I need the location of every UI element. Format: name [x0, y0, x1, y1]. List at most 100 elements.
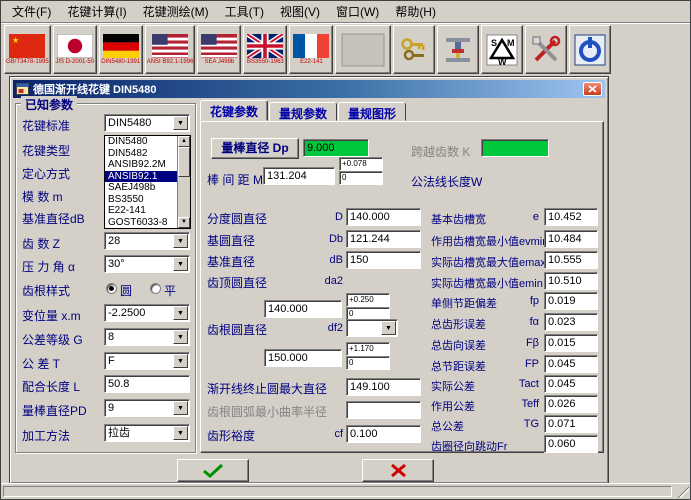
tip-diameter-upper-dev[interactable]: +0.250: [346, 293, 390, 307]
tolerance-class-combo[interactable]: F ▼: [104, 352, 190, 370]
emax-field[interactable]: 10.555: [544, 251, 598, 269]
chevron-down-icon[interactable]: ▼: [173, 116, 188, 130]
resize-grip[interactable]: [677, 486, 689, 498]
scroll-thumb[interactable]: [178, 147, 190, 177]
pitch-diameter-field[interactable]: 140.000: [346, 208, 421, 226]
chevron-down-icon[interactable]: ▼: [173, 306, 188, 320]
toolbar-jis-standard-button[interactable]: JIS D-2001-50: [53, 25, 97, 74]
root-diameter-field[interactable]: 150.000: [264, 349, 342, 367]
symbol: cf: [299, 428, 343, 440]
single-pitch-dev-field[interactable]: 0.019: [544, 292, 598, 310]
pressure-angle-combo[interactable]: 30° ▼: [104, 255, 190, 273]
cancel-button[interactable]: [362, 459, 434, 482]
toolbar-smw-button[interactable]: SMW: [481, 25, 523, 74]
chevron-down-icon[interactable]: ▼: [173, 401, 188, 415]
chevron-down-icon[interactable]: ▼: [173, 234, 188, 248]
label-module: 模 数 m: [22, 188, 63, 205]
chevron-down-icon[interactable]: ▼: [173, 257, 188, 271]
menu-tools[interactable]: 工具(T): [217, 0, 272, 23]
list-item[interactable]: DIN5482: [105, 148, 177, 160]
root-diameter-lower-dev[interactable]: 0: [346, 356, 390, 370]
pin-diameter-combo[interactable]: 9 ▼: [104, 399, 190, 417]
profile-shift-combo[interactable]: -2.2500 ▼: [104, 304, 190, 322]
pin-spacing-field[interactable]: 131.204: [263, 167, 335, 185]
list-item[interactable]: E22-141: [105, 205, 177, 217]
radio-label-flat: 平: [164, 282, 176, 299]
root-style-radio-round[interactable]: [106, 283, 117, 294]
menu-spline-measure[interactable]: 花键测绘(M): [135, 0, 217, 23]
root-style-radio-flat[interactable]: [150, 283, 161, 294]
machining-method-combo[interactable]: 拉齿 ▼: [104, 424, 190, 442]
list-item[interactable]: GOST6033-8: [105, 217, 177, 229]
toolbar-button-label: E22-141: [300, 58, 323, 66]
scroll-up-icon[interactable]: ▲: [178, 136, 190, 147]
actual-tolerance-field[interactable]: 0.045: [544, 375, 598, 393]
tab-spline-params[interactable]: 花键参数: [200, 100, 268, 121]
list-item-selected[interactable]: ANSIB92.1: [105, 171, 177, 183]
list-item[interactable]: SAEJ498b: [105, 182, 177, 194]
total-helix-error-field[interactable]: 0.015: [544, 334, 598, 352]
menu-help[interactable]: 帮助(H): [387, 0, 444, 23]
chevron-down-icon[interactable]: ▼: [173, 426, 188, 440]
pin-diameter-field[interactable]: 9.000: [303, 139, 369, 157]
close-icon[interactable]: [583, 82, 602, 96]
involute-end-diameter-field[interactable]: 149.100: [346, 378, 421, 396]
spline-standard-combo[interactable]: DIN5480 ▼: [104, 114, 190, 132]
menu-file[interactable]: 文件(F): [4, 0, 59, 23]
toolbar-ansi-standard-button[interactable]: ANSI B92.1-1996: [145, 25, 196, 74]
toolbar-bs-standard-button[interactable]: BS3550-1963: [243, 25, 287, 74]
effective-tolerance-field[interactable]: 0.026: [544, 395, 598, 413]
toolbar-measure-button[interactable]: [437, 25, 479, 74]
toolbar-din-standard-button[interactable]: DIN5480-1991: [99, 25, 143, 74]
tip-diameter-field[interactable]: 140.000: [264, 300, 342, 318]
list-item[interactable]: ANSIB92.2M: [105, 159, 177, 171]
menu-spline-calc[interactable]: 花键计算(I): [59, 0, 134, 23]
pin-spacing-lower-dev[interactable]: 0: [339, 171, 383, 185]
total-tolerance-field[interactable]: 0.071: [544, 415, 598, 433]
tab-gauge-graphic[interactable]: 量规图形: [338, 102, 406, 121]
total-profile-error-field[interactable]: 0.023: [544, 313, 598, 331]
pin-spacing-upper-dev[interactable]: +0.078: [339, 157, 383, 171]
dialog-titlebar[interactable]: 德国渐开线花键 DIN5480: [13, 80, 605, 98]
chevron-down-icon[interactable]: ▼: [173, 354, 188, 368]
list-scrollbar[interactable]: ▲ ▼: [177, 136, 190, 228]
toolbar-keys-button[interactable]: [393, 25, 435, 74]
symbol: fp: [497, 295, 539, 307]
pin-diameter-button[interactable]: 量棒直径 Dp: [211, 138, 299, 159]
menu-window[interactable]: 窗口(W): [328, 0, 387, 23]
tolerance-grade-combo[interactable]: 8 ▼: [104, 328, 190, 346]
blank-icon: [341, 33, 385, 67]
toolbar-exit-button[interactable]: [569, 25, 611, 74]
list-item[interactable]: BS3550: [105, 194, 177, 206]
total-pitch-error-field[interactable]: 0.045: [544, 355, 598, 373]
label-total-tolerance: 总公差: [431, 418, 464, 434]
root-diameter-upper-dev[interactable]: +1.170: [346, 342, 390, 356]
form-clearance-field[interactable]: 0.100: [346, 425, 421, 443]
toolbar: GB/T3478-1995 JIS D-2001-50 DIN5480-1991…: [1, 22, 690, 75]
radial-runout-field[interactable]: 0.060: [544, 435, 598, 453]
list-item[interactable]: DIN5480: [105, 136, 177, 148]
emin-field[interactable]: 10.510: [544, 272, 598, 290]
basic-space-width-field[interactable]: 10.452: [544, 208, 598, 226]
root-diameter-combo[interactable]: ▼: [346, 319, 398, 337]
germany-flag-icon: [103, 34, 139, 58]
teeth-count-combo[interactable]: 28 ▼: [104, 232, 190, 250]
field-value: 10.510: [548, 275, 582, 287]
radio-label-round: 圆: [120, 282, 132, 299]
menu-view[interactable]: 视图(V): [272, 0, 328, 23]
toolbar-nf-standard-button[interactable]: E22-141: [289, 25, 333, 74]
tab-gauge-params[interactable]: 量规参数: [269, 102, 337, 121]
toolbar-tools-button[interactable]: [525, 25, 567, 74]
evmin-field[interactable]: 10.484: [544, 230, 598, 248]
reference-diameter-field[interactable]: 150: [346, 251, 421, 269]
toolbar-gb-standard-button[interactable]: GB/T3478-1995: [4, 25, 51, 74]
chevron-down-icon[interactable]: ▼: [173, 330, 188, 344]
base-diameter-field[interactable]: 121.244: [346, 230, 421, 248]
toolbar-sae-standard-button[interactable]: SEA J498b: [197, 25, 241, 74]
ok-button[interactable]: [177, 459, 249, 482]
scroll-down-icon[interactable]: ▼: [178, 217, 190, 228]
fit-length-input[interactable]: 50.8: [104, 375, 190, 393]
chevron-down-icon[interactable]: ▼: [381, 321, 396, 335]
label-evmin: 作用齿槽宽最小值evmin: [431, 233, 548, 249]
toolbar-blank-button[interactable]: [335, 25, 391, 74]
